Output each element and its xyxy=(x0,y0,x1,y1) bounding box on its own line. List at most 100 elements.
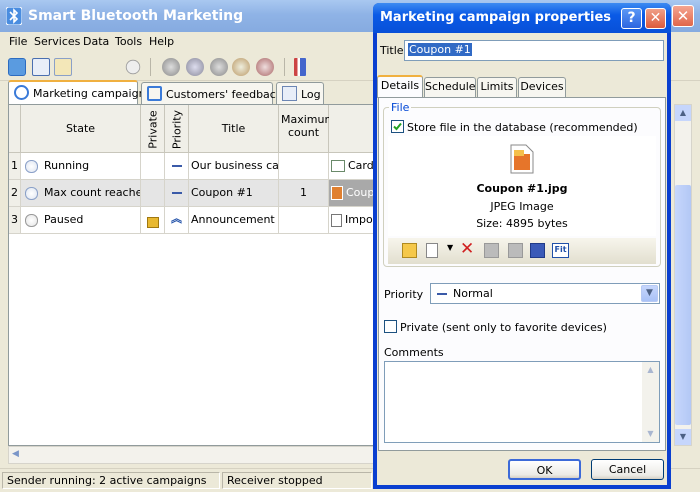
column-header-priority[interactable]: Priority xyxy=(165,105,189,153)
report-chart-icon[interactable] xyxy=(294,58,306,76)
tab-limits[interactable]: Limits xyxy=(477,77,517,97)
jpeg-file-icon xyxy=(510,144,534,174)
chevron-down-icon[interactable]: ▼ xyxy=(641,285,658,302)
row-header-corner xyxy=(9,105,21,153)
table-row-state[interactable]: Paused xyxy=(21,207,141,234)
scroll-up-icon[interactable]: ▲ xyxy=(675,105,691,121)
campaigns-grid: State Private Priority Title Maximum cou… xyxy=(8,104,374,446)
scroll-down-icon[interactable]: ▼ xyxy=(675,429,691,445)
tab-log[interactable]: Log xyxy=(276,82,324,104)
gear-delete-icon[interactable] xyxy=(210,58,228,76)
tab-devices[interactable]: Devices xyxy=(518,77,566,97)
tab-marketing-campaigns[interactable]: Marketing campaigns xyxy=(8,80,151,104)
toolbar-separator xyxy=(150,58,151,76)
properties-icon[interactable] xyxy=(32,58,50,76)
column-header-title[interactable]: Title xyxy=(189,105,279,153)
title-cell[interactable]: Announcement xyxy=(189,207,279,234)
vertical-scrollbar[interactable]: ▲ ▼ xyxy=(674,104,692,446)
running-icon xyxy=(25,159,38,173)
clipboard-icon[interactable] xyxy=(484,243,499,258)
fit-icon[interactable]: Fit xyxy=(552,243,569,258)
scroll-left-icon[interactable]: ◀ xyxy=(12,449,19,459)
cancel-button[interactable]: Cancel xyxy=(591,459,664,480)
bluetooth-app-icon xyxy=(6,7,22,25)
campaign-icon xyxy=(14,85,29,100)
row-number: 2 xyxy=(9,180,21,207)
save-icon[interactable] xyxy=(530,243,545,258)
priority-normal-icon[interactable] xyxy=(165,180,189,207)
private-checkbox[interactable] xyxy=(384,320,397,333)
gear-copy-icon[interactable] xyxy=(186,58,204,76)
title-cell[interactable]: Coupon #1 xyxy=(189,180,279,207)
pause-icon[interactable] xyxy=(125,59,141,75)
file-group-label: File xyxy=(389,101,412,114)
log-icon xyxy=(282,86,297,101)
gear-add-icon[interactable] xyxy=(162,58,180,76)
private-cell[interactable] xyxy=(141,180,165,207)
checkmark-icon xyxy=(393,122,402,131)
priority-select[interactable]: Normal xyxy=(430,283,660,304)
private-label: Private (sent only to favorite devices) xyxy=(400,321,607,334)
store-in-database-checkbox[interactable] xyxy=(391,120,404,133)
copy-icon[interactable] xyxy=(508,243,523,258)
column-header-private[interactable]: Private xyxy=(141,105,165,153)
comments-textarea[interactable] xyxy=(384,361,660,443)
dropdown-arrow-icon[interactable]: ▼ xyxy=(447,243,453,252)
open-folder-icon[interactable] xyxy=(54,58,72,76)
private-header-label: Private xyxy=(146,110,160,149)
column-header-file[interactable] xyxy=(329,105,373,153)
menu-help[interactable]: Help xyxy=(149,35,174,48)
scroll-down-icon[interactable]: ▼ xyxy=(642,426,659,442)
table-row-state[interactable]: Max count reached xyxy=(21,180,141,207)
help-button[interactable]: ? xyxy=(621,8,642,29)
sender-status: Sender running: 2 active campaigns xyxy=(2,472,220,489)
menu-services[interactable]: Services xyxy=(34,35,80,48)
priority-normal-icon xyxy=(437,293,447,295)
menu-tools[interactable]: Tools xyxy=(115,35,142,48)
private-cell[interactable] xyxy=(141,153,165,180)
gear-stop-icon[interactable] xyxy=(256,58,274,76)
file-cell[interactable]: Card xyxy=(329,153,373,180)
file-type: JPEG Image xyxy=(490,200,554,213)
tab-schedule[interactable]: Schedule xyxy=(424,77,476,97)
max-count-cell[interactable]: 1 xyxy=(279,180,329,207)
table-row-state[interactable]: Running xyxy=(21,153,141,180)
file-toolbar: ▼ ✕ Fit xyxy=(388,238,656,264)
menu-data[interactable]: Data xyxy=(83,35,109,48)
running-icon xyxy=(25,186,38,200)
horizontal-scrollbar[interactable]: ◀ xyxy=(8,446,374,464)
connect-icon[interactable] xyxy=(8,58,26,76)
dialog-close-button[interactable]: ✕ xyxy=(645,8,666,29)
receiver-status: Receiver stopped xyxy=(222,472,372,489)
row-number: 1 xyxy=(9,153,21,180)
title-cell[interactable]: Our business card xyxy=(189,153,279,180)
private-lock-icon[interactable] xyxy=(141,207,165,234)
title-input[interactable]: Coupon #1 xyxy=(404,40,664,61)
priority-header-label: Priority xyxy=(170,109,184,150)
scroll-up-icon[interactable]: ▲ xyxy=(642,362,659,378)
menu-file[interactable]: File xyxy=(9,35,27,48)
column-header-max-count[interactable]: Maximum count xyxy=(279,105,335,153)
priority-normal-icon[interactable] xyxy=(165,153,189,180)
delete-icon[interactable]: ✕ xyxy=(460,239,474,259)
gear-edit-icon[interactable] xyxy=(232,58,250,76)
file-size: Size: 4895 bytes xyxy=(476,217,568,230)
max-count-cell[interactable] xyxy=(279,153,329,180)
comments-scrollbar[interactable]: ▲ ▼ xyxy=(642,362,659,442)
scroll-thumb[interactable] xyxy=(675,185,691,425)
open-folder-icon[interactable] xyxy=(402,243,417,258)
max-count-cell[interactable] xyxy=(279,207,329,234)
column-header-state[interactable]: State xyxy=(21,105,141,153)
priority-label: Priority xyxy=(384,288,424,301)
comments-label: Comments xyxy=(384,346,444,359)
store-in-database-label: Store file in the database (recommended) xyxy=(407,121,638,134)
priority-highest-icon[interactable]: ︽ xyxy=(165,207,189,234)
ok-button[interactable]: OK xyxy=(508,459,581,480)
tab-details[interactable]: Details xyxy=(377,75,423,98)
new-file-icon[interactable] xyxy=(426,243,438,258)
file-cell[interactable]: Coupo xyxy=(329,180,373,207)
main-close-button[interactable]: ✕ xyxy=(672,5,694,27)
paused-icon xyxy=(25,213,38,227)
tab-customers-feedback[interactable]: Customers' feedback xyxy=(141,82,282,104)
file-cell[interactable]: Impo xyxy=(329,207,373,234)
